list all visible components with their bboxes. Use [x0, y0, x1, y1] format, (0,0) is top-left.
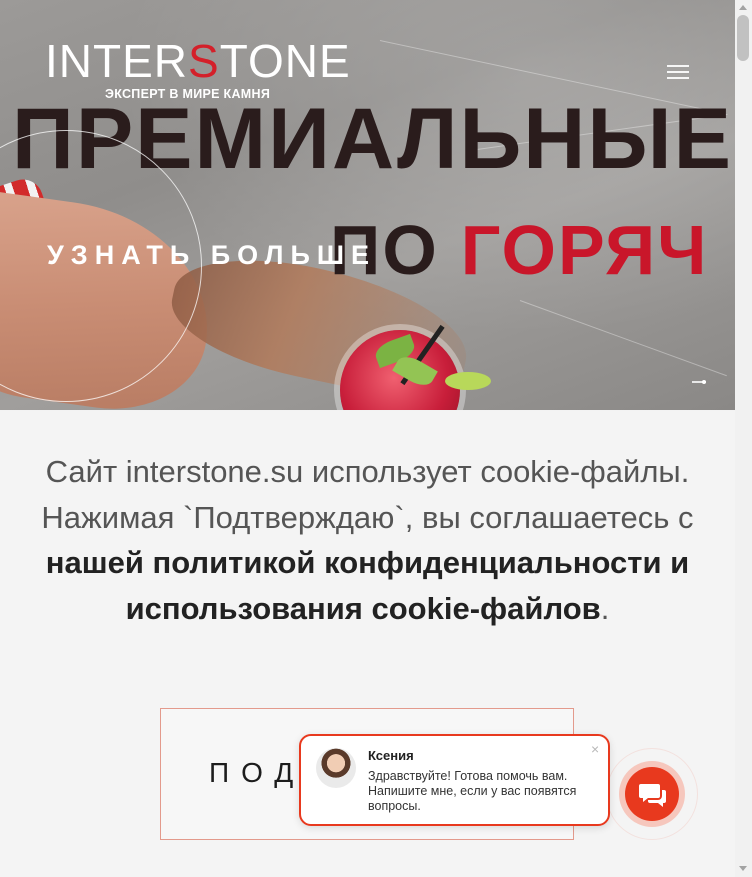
hero-image-lime	[445, 372, 491, 390]
agent-avatar	[316, 748, 356, 788]
cookie-text-body: Сайт interstone.su использует cookie-фай…	[41, 454, 694, 535]
learn-more-button[interactable]: УЗНАТЬ БОЛЬШЕ	[47, 240, 376, 271]
scroll-up-arrow-icon[interactable]	[739, 5, 747, 10]
chat-icon	[639, 784, 666, 807]
agent-name: Ксения	[368, 748, 414, 763]
chat-button-core	[625, 767, 679, 821]
promo-word-hot: ГОРЯЧ	[460, 211, 709, 289]
marble-vein	[519, 300, 727, 377]
scroll-down-arrow-icon[interactable]	[739, 866, 747, 871]
site-logo[interactable]: INTERSTONE ЭКСПЕРТ В МИРЕ КАМНЯ	[45, 38, 351, 101]
logo-text-part: TONE	[219, 35, 351, 87]
chat-popup[interactable]: Ксения Здравствуйте! Готова помочь вам. …	[299, 734, 610, 826]
slider-pagination[interactable]	[692, 380, 706, 384]
cookie-notice-text: Сайт interstone.su использует cookie-фай…	[20, 449, 715, 631]
logo-text-part: INTER	[45, 35, 188, 87]
hero-slider: ПРЕМИАЛЬНЫЕ ПО ГОРЯЧ УЗНАТЬ БОЛЬШЕ INTERS…	[0, 0, 735, 410]
hamburger-icon[interactable]	[667, 65, 689, 79]
privacy-policy-link[interactable]: нашей политикой конфиденциальности и исп…	[46, 545, 689, 626]
close-icon[interactable]: ×	[591, 741, 599, 757]
promo-subheadline: ПО ГОРЯЧ	[330, 215, 708, 285]
logo-tagline: ЭКСПЕРТ В МИРЕ КАМНЯ	[105, 87, 271, 101]
page-scrollbar[interactable]	[735, 0, 752, 877]
scroll-thumb[interactable]	[737, 15, 749, 61]
logo-wordmark: INTERSTONE	[45, 38, 351, 84]
chat-open-button[interactable]	[619, 761, 685, 827]
logo-text-s: S	[188, 35, 220, 87]
cookie-text-end: .	[600, 590, 610, 626]
chat-message: Здравствуйте! Готова помочь вам. Напишит…	[368, 769, 577, 813]
